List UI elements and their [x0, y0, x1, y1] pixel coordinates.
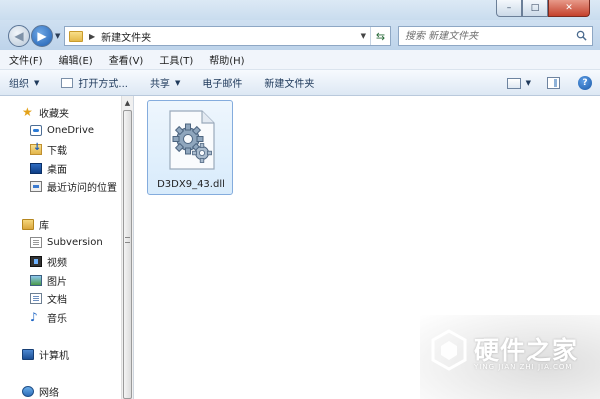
window-controls: – □ ✕ — [496, 0, 590, 17]
new-folder-button[interactable]: 新建文件夹 — [264, 75, 314, 90]
command-bar: 组织 ▼ 打开方式... 共享 ▼ 电子邮件 新建文件夹 ▼ ? — [0, 70, 600, 96]
recent-pages-dropdown[interactable]: ▼ — [55, 32, 60, 40]
nav-documents[interactable]: 文档 — [30, 290, 67, 306]
nav-documents-label: 文档 — [47, 294, 67, 306]
title-bar: – □ ✕ — [0, 0, 600, 20]
nav-desktop-label: 桌面 — [47, 164, 67, 176]
change-view-icon[interactable] — [506, 77, 521, 89]
nav-libraries[interactable]: 库 — [22, 216, 49, 232]
open-with-icon — [61, 77, 74, 88]
navigation-pane: ★ 收藏夹 OneDrive 下载 桌面 最近访问的位置 库 Subversio… — [0, 96, 121, 399]
nav-recent-label: 最近访问的位置 — [47, 182, 117, 194]
search-icon[interactable] — [576, 30, 587, 41]
folder-icon — [69, 30, 83, 42]
computer-icon — [22, 348, 34, 360]
organize-label: 组织 — [9, 79, 29, 90]
open-with-label: 打开方式... — [78, 79, 128, 90]
share-button[interactable]: 共享 ▼ — [149, 75, 181, 91]
chevron-down-icon: ▼ — [174, 78, 181, 87]
email-button[interactable]: 电子邮件 — [202, 75, 242, 90]
view-tools: ▼ ? — [506, 76, 592, 90]
nav-recent-places[interactable]: 最近访问的位置 — [30, 178, 117, 194]
subversion-icon — [30, 236, 42, 248]
address-row: ◀ ▶ ▼ ▶ 新建文件夹 ▼ ⇆ — [0, 20, 600, 50]
forward-button[interactable]: ▶ — [31, 25, 53, 47]
star-icon: ★ — [22, 104, 33, 119]
breadcrumb-arrow-icon[interactable]: ▶ — [89, 32, 95, 41]
menu-view[interactable]: 查看(V) — [109, 52, 144, 67]
view-options-dropdown[interactable]: ▼ — [526, 79, 531, 87]
address-dropdown-icon[interactable]: ▼ — [361, 32, 366, 40]
picture-icon — [30, 274, 42, 286]
nav-pictures[interactable]: 图片 — [30, 272, 67, 288]
nav-downloads[interactable]: 下载 — [30, 141, 67, 157]
help-icon[interactable]: ? — [578, 76, 592, 90]
nav-onedrive[interactable]: OneDrive — [30, 122, 94, 138]
nav-computer-label: 计算机 — [39, 350, 69, 362]
file-name: D3DX9_43.dll — [157, 179, 225, 190]
scrollbar-grip-icon — [125, 237, 130, 243]
nav-music[interactable]: ♪ 音乐 — [30, 309, 67, 325]
library-icon — [22, 218, 34, 230]
video-icon — [30, 255, 42, 267]
nav-network[interactable]: 网络 — [22, 383, 59, 399]
menu-help[interactable]: 帮助(H) — [209, 52, 244, 67]
nav-subversion[interactable]: Subversion — [30, 234, 103, 250]
nav-favorites-label: 收藏夹 — [39, 108, 69, 120]
menu-bar: 文件(F) 编辑(E) 查看(V) 工具(T) 帮助(H) — [0, 50, 600, 70]
close-button[interactable]: ✕ — [548, 0, 590, 17]
open-with-button[interactable]: 打开方式... — [61, 75, 128, 90]
minimize-button[interactable]: – — [496, 0, 522, 17]
recent-places-icon — [30, 180, 42, 192]
menu-file[interactable]: 文件(F) — [9, 52, 43, 67]
menu-edit[interactable]: 编辑(E) — [59, 52, 93, 67]
desktop-icon — [30, 162, 42, 174]
nav-onedrive-label: OneDrive — [47, 124, 95, 136]
watermark-shade — [420, 315, 600, 399]
organize-button[interactable]: 组织 ▼ — [9, 75, 40, 91]
network-icon — [22, 385, 34, 397]
chevron-down-icon: ▼ — [34, 78, 40, 87]
nav-videos[interactable]: 视频 — [30, 253, 67, 269]
file-item[interactable]: D3DX9_43.dll — [147, 100, 233, 195]
nav-downloads-label: 下载 — [47, 145, 67, 157]
nav-videos-label: 视频 — [47, 257, 67, 269]
nav-computer[interactable]: 计算机 — [22, 346, 69, 362]
music-note-icon: ♪ — [30, 309, 38, 324]
maximize-button[interactable]: □ — [522, 0, 548, 17]
nav-network-label: 网络 — [39, 387, 59, 399]
breadcrumb-current[interactable]: 新建文件夹 — [101, 29, 151, 44]
downloads-icon — [30, 142, 42, 155]
search-input[interactable] — [399, 27, 569, 45]
nav-favorites[interactable]: ★ 收藏夹 — [22, 104, 69, 120]
nav-desktop[interactable]: 桌面 — [30, 160, 67, 176]
search-box[interactable] — [398, 26, 593, 46]
document-icon — [30, 292, 42, 304]
dll-gear-icon — [169, 110, 215, 170]
onedrive-icon — [30, 124, 42, 136]
nav-subversion-label: Subversion — [47, 236, 103, 248]
preview-pane-icon[interactable] — [547, 77, 560, 89]
back-button[interactable]: ◀ — [8, 25, 30, 47]
nav-scrollbar-thumb[interactable] — [123, 110, 132, 399]
share-label: 共享 — [149, 79, 170, 90]
nav-libraries-label: 库 — [39, 220, 49, 232]
nav-pictures-label: 图片 — [47, 276, 67, 288]
scroll-up-arrow-icon[interactable]: ▲ — [122, 97, 133, 108]
refresh-button[interactable]: ⇆ — [370, 27, 390, 45]
nav-music-label: 音乐 — [47, 313, 67, 325]
address-bar[interactable]: ▶ 新建文件夹 ▼ ⇆ — [64, 26, 391, 46]
menu-tools[interactable]: 工具(T) — [159, 52, 193, 67]
